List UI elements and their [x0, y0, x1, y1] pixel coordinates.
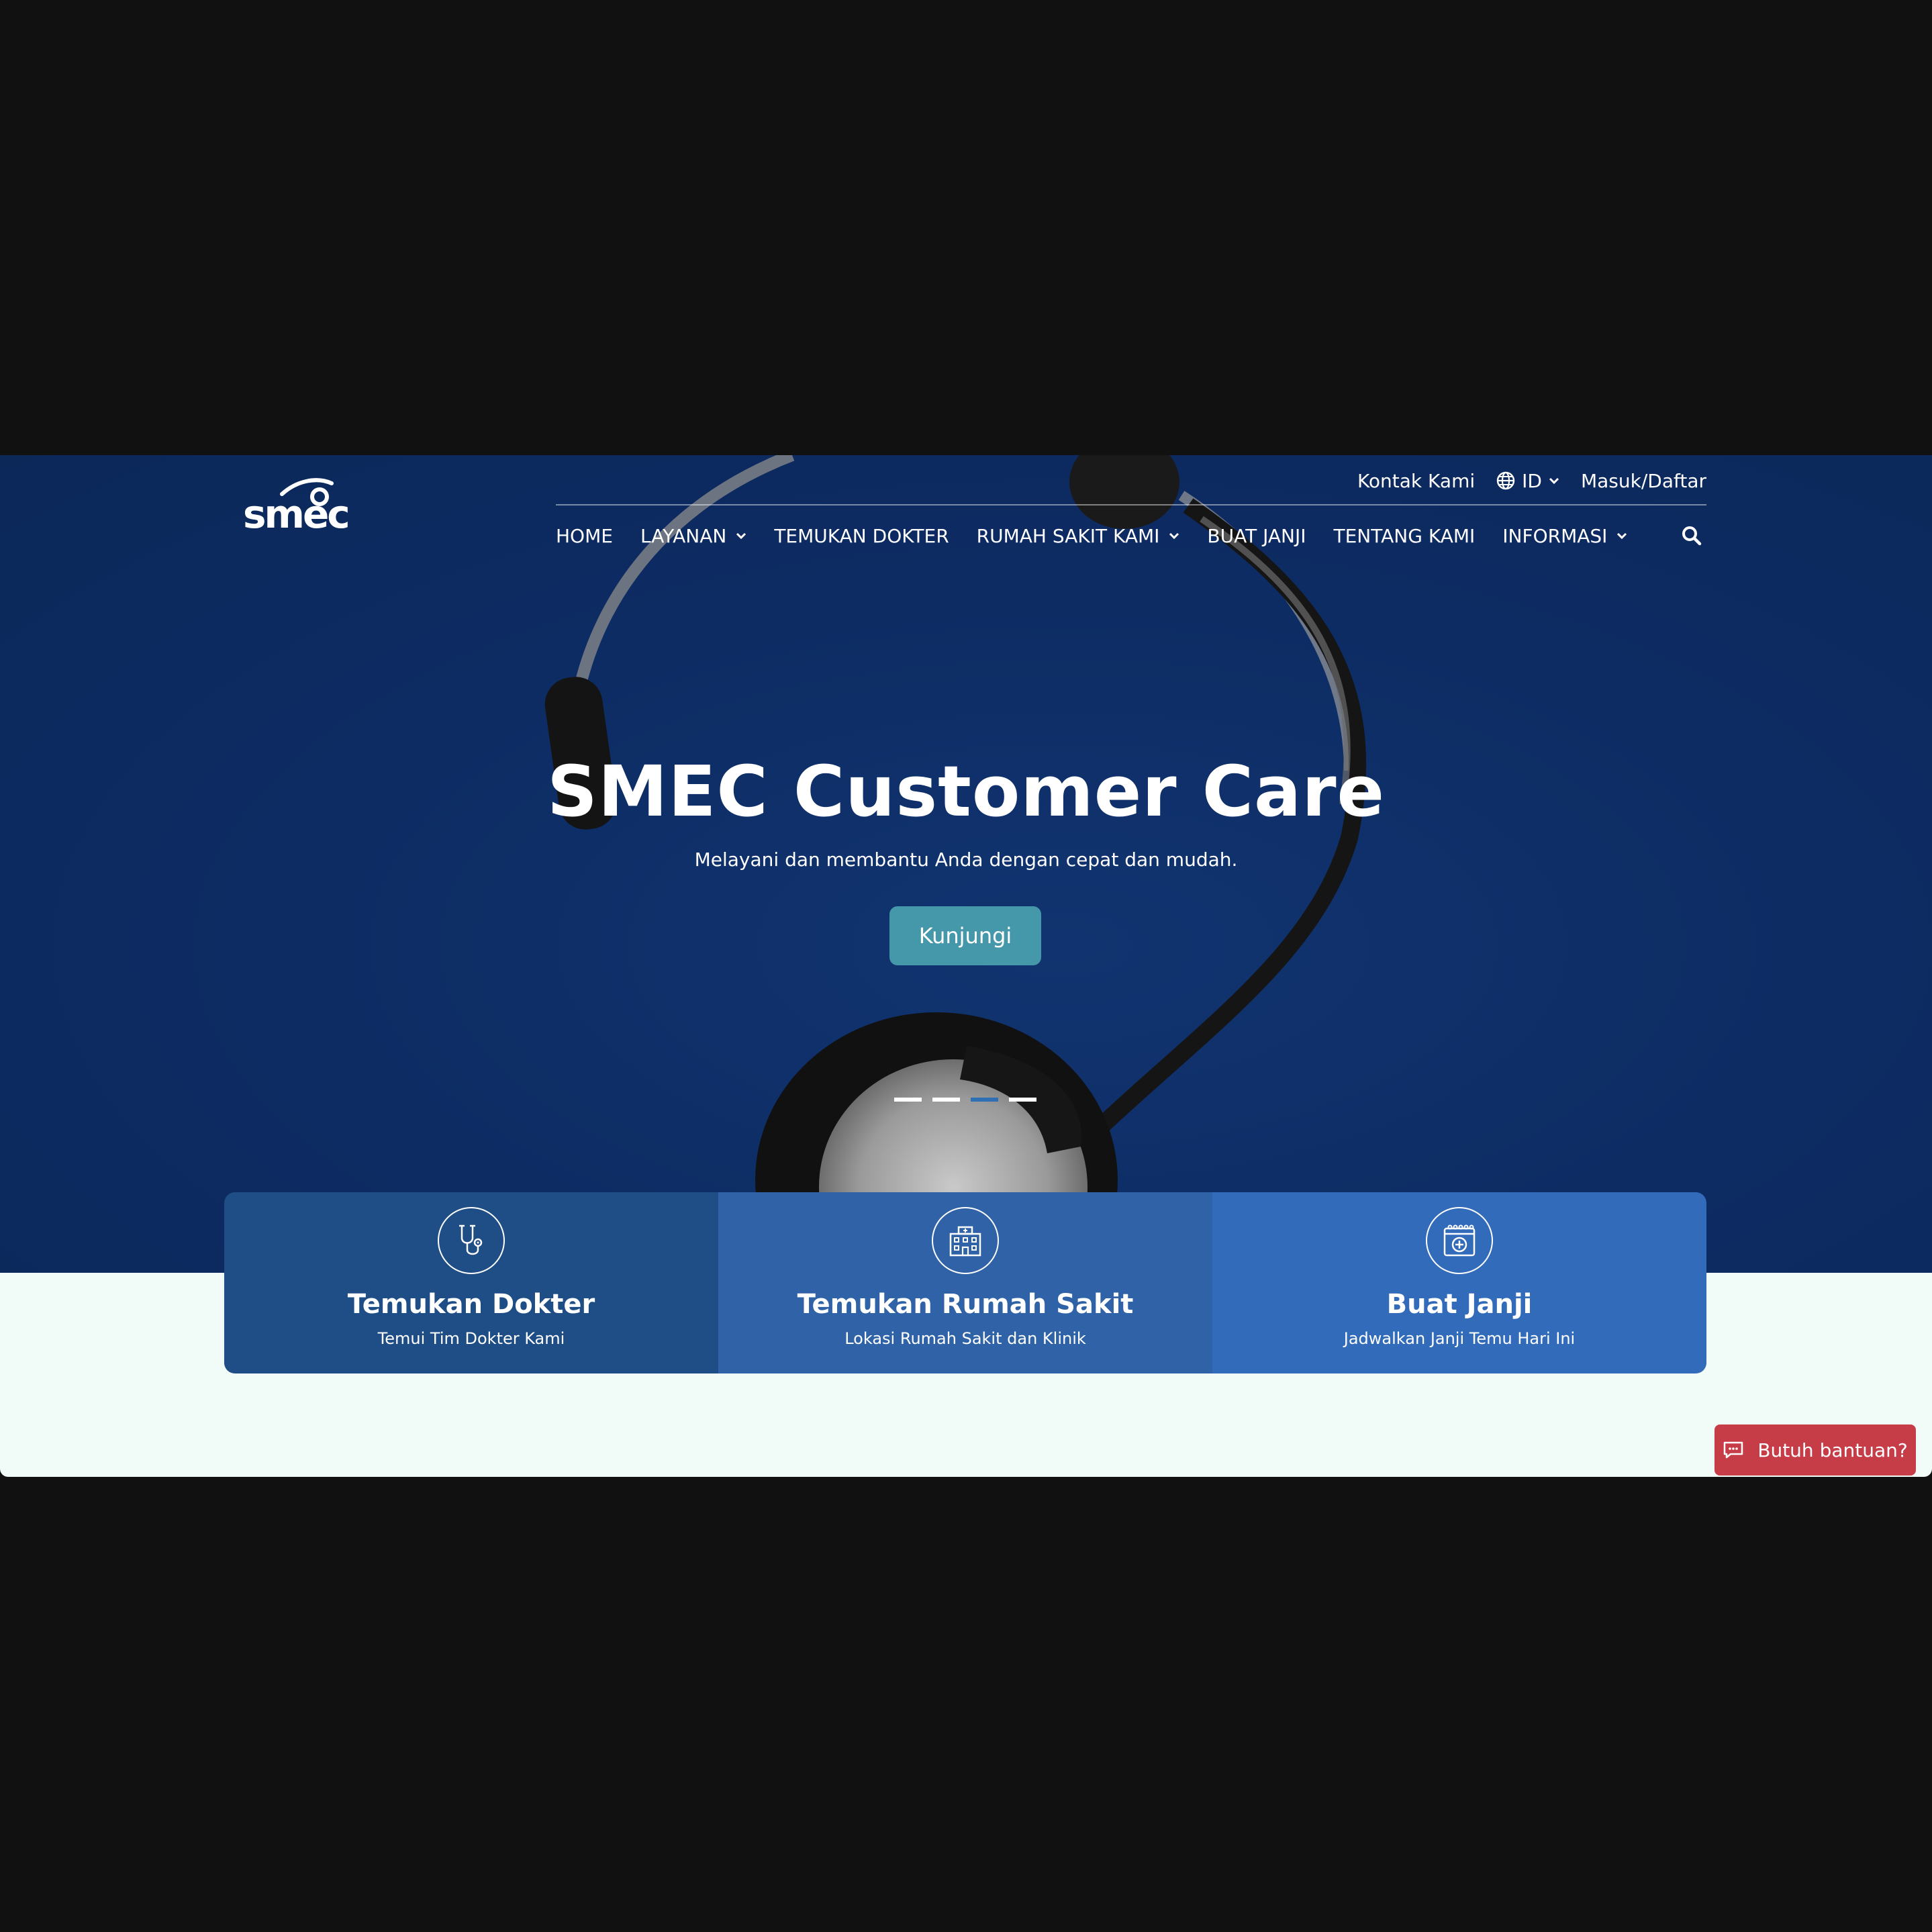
- card-subtitle: Jadwalkan Janji Temu Hari Ini: [1343, 1329, 1576, 1348]
- browser-viewport: smec Kontak Kami ID Masuk/Daftar HOME LA…: [0, 455, 1932, 1477]
- chat-icon: [1724, 1441, 1743, 1459]
- card-title: Temukan Rumah Sakit: [797, 1289, 1134, 1320]
- nav-home[interactable]: HOME: [556, 525, 613, 547]
- card-subtitle: Temui Tim Dokter Kami: [377, 1329, 565, 1348]
- hero-title: SMEC Customer Care: [546, 751, 1386, 832]
- login-link[interactable]: Masuk/Daftar: [1581, 470, 1706, 492]
- slide-indicator-2[interactable]: [932, 1098, 960, 1102]
- card-title: Temukan Dokter: [347, 1289, 595, 1320]
- slide-indicator-4[interactable]: [1009, 1098, 1036, 1102]
- card-appointment[interactable]: Buat Janji Jadwalkan Janji Temu Hari Ini: [1212, 1192, 1706, 1373]
- nav-layanan-label: LAYANAN: [640, 524, 727, 547]
- contact-link[interactable]: Kontak Kami: [1357, 470, 1475, 492]
- search-button[interactable]: [1682, 526, 1702, 546]
- nav-informasi[interactable]: INFORMASI: [1502, 525, 1627, 547]
- slide-indicator-3[interactable]: [971, 1098, 998, 1102]
- language-selector[interactable]: ID: [1496, 470, 1559, 492]
- slide-indicator-1[interactable]: [894, 1098, 922, 1102]
- nav-buat-janji[interactable]: BUAT JANJI: [1207, 525, 1306, 547]
- nav-tentang[interactable]: TENTANG KAMI: [1333, 525, 1475, 547]
- search-icon: [1682, 526, 1702, 546]
- header-divider: [556, 504, 1706, 505]
- stethoscope-icon: [459, 1224, 483, 1255]
- hospital-icon: [949, 1226, 981, 1257]
- hero-banner: smec Kontak Kami ID Masuk/Daftar HOME LA…: [0, 455, 1932, 1273]
- visit-button[interactable]: Kunjungi: [889, 906, 1041, 965]
- chevron-down-icon: [1617, 532, 1627, 539]
- quick-actions: Temukan Dokter Temui Tim Dokter Kami Tem…: [224, 1192, 1706, 1373]
- card-icon-circle: [1426, 1207, 1493, 1274]
- card-subtitle: Lokasi Rumah Sakit dan Klinik: [844, 1329, 1086, 1348]
- nav-rumah-sakit-label: RUMAH SAKIT KAMI: [976, 524, 1160, 547]
- nav-layanan[interactable]: LAYANAN: [640, 525, 746, 547]
- top-utility-bar: Kontak Kami ID Masuk/Daftar: [1357, 466, 1706, 495]
- chevron-down-icon: [736, 532, 746, 539]
- help-chat-button[interactable]: Butuh bantuan?: [1714, 1424, 1916, 1476]
- card-find-hospital[interactable]: Temukan Rumah Sakit Lokasi Rumah Sakit d…: [718, 1192, 1212, 1373]
- smec-logo[interactable]: smec: [243, 477, 350, 544]
- language-label: ID: [1522, 469, 1542, 492]
- card-find-doctor[interactable]: Temukan Dokter Temui Tim Dokter Kami: [224, 1192, 718, 1373]
- card-icon-circle: [438, 1207, 505, 1274]
- help-label: Butuh bantuan?: [1757, 1439, 1908, 1461]
- card-title: Buat Janji: [1386, 1289, 1533, 1320]
- slider-indicators: [894, 1098, 1036, 1102]
- calendar-icon: [1443, 1224, 1476, 1257]
- nav-rumah-sakit[interactable]: RUMAH SAKIT KAMI: [977, 525, 1180, 547]
- nav-informasi-label: INFORMASI: [1502, 524, 1608, 547]
- logo-text: smec: [243, 491, 350, 537]
- hero-subtitle: Melayani dan membantu Anda dengan cepat …: [694, 849, 1238, 871]
- nav-temukan-dokter[interactable]: TEMUKAN DOKTER: [774, 525, 949, 547]
- globe-icon: [1496, 471, 1515, 490]
- main-nav: HOME LAYANAN TEMUKAN DOKTER RUMAH SAKIT …: [556, 517, 1706, 554]
- card-icon-circle: [932, 1207, 999, 1274]
- chevron-down-icon: [1169, 532, 1179, 539]
- chevron-down-icon: [1549, 477, 1559, 484]
